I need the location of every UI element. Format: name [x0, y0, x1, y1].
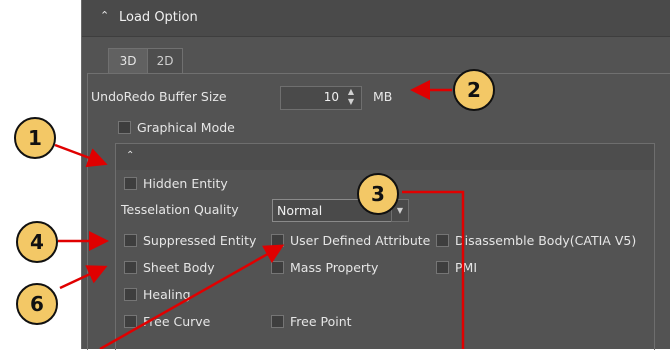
callout-4: 4	[16, 221, 58, 263]
callout-6: 6	[16, 283, 58, 325]
arrow-5	[99, 244, 285, 349]
callout-1: 1	[14, 117, 56, 159]
arrow-1	[54, 143, 108, 168]
arrow-3	[402, 190, 465, 349]
arrow-6	[59, 265, 108, 290]
callout-2: 2	[453, 69, 495, 111]
callout-arrows	[54, 80, 465, 349]
callout-3: 3	[357, 173, 399, 215]
